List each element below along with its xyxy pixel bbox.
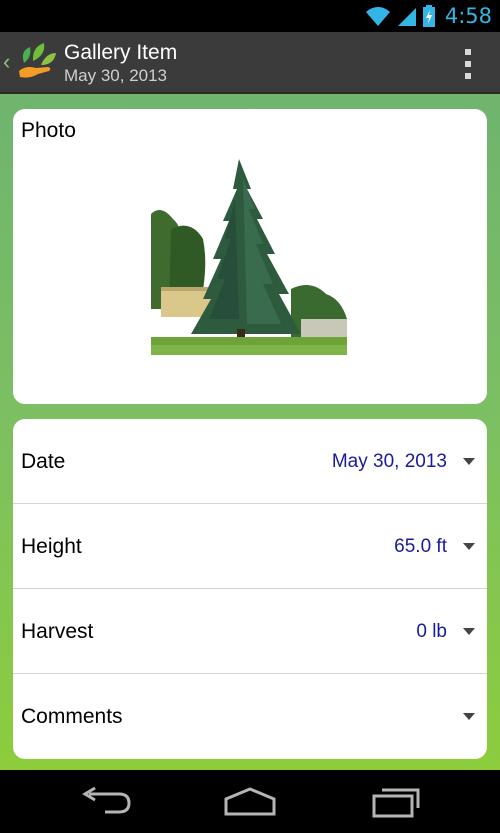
page-subtitle: May 30, 2013 [64, 66, 168, 85]
date-label: Date [21, 450, 66, 473]
app-logo-icon[interactable] [16, 41, 58, 83]
height-value: 65.0 ft [394, 536, 447, 557]
overflow-menu-icon[interactable] [460, 49, 476, 79]
dropdown-arrow-icon[interactable] [463, 543, 475, 550]
height-row[interactable]: Height 65.0 ft [13, 504, 487, 589]
recent-apps-icon[interactable] [366, 784, 426, 820]
height-label: Height [21, 535, 82, 558]
overflow-dot [465, 73, 471, 79]
harvest-label: Harvest [21, 620, 94, 643]
title-block: Gallery Item May 30, 2013 [64, 40, 177, 86]
date-row[interactable]: Date May 30, 2013 [13, 419, 487, 504]
overflow-dot [465, 61, 471, 67]
home-icon[interactable] [220, 784, 280, 820]
dropdown-arrow-icon[interactable] [463, 628, 475, 635]
comments-row[interactable]: Comments [13, 674, 487, 759]
comments-label: Comments [21, 705, 123, 728]
photo-label: Photo [21, 119, 76, 142]
action-bar: ‹ Gallery Item May 30, 2013 [0, 32, 500, 94]
page-title: Gallery Item [64, 41, 178, 64]
dropdown-arrow-icon[interactable] [463, 458, 475, 465]
tree-photo[interactable] [151, 159, 347, 355]
overflow-dot [465, 49, 471, 55]
wifi-icon [365, 7, 390, 26]
signal-icon [397, 8, 416, 26]
status-bar: 4:58 [0, 0, 500, 32]
details-card: Date May 30, 2013 Height 65.0 ft Harvest… [13, 419, 487, 759]
navigation-bar [0, 770, 500, 833]
date-value: May 30, 2013 [331, 451, 447, 472]
harvest-value: 0 lb [416, 621, 447, 642]
status-icons: 4:58 [365, 0, 492, 32]
up-caret-icon[interactable]: ‹ [3, 51, 10, 73]
status-time: 4:58 [444, 4, 492, 28]
dropdown-arrow-icon[interactable] [463, 713, 475, 720]
battery-charging-icon [422, 5, 435, 27]
content-area: Photo Date May 30, 2013 Height 65.0 ft H… [0, 94, 500, 770]
photo-card: Photo [13, 109, 487, 404]
harvest-row[interactable]: Harvest 0 lb [13, 589, 487, 674]
back-icon[interactable] [75, 784, 135, 820]
